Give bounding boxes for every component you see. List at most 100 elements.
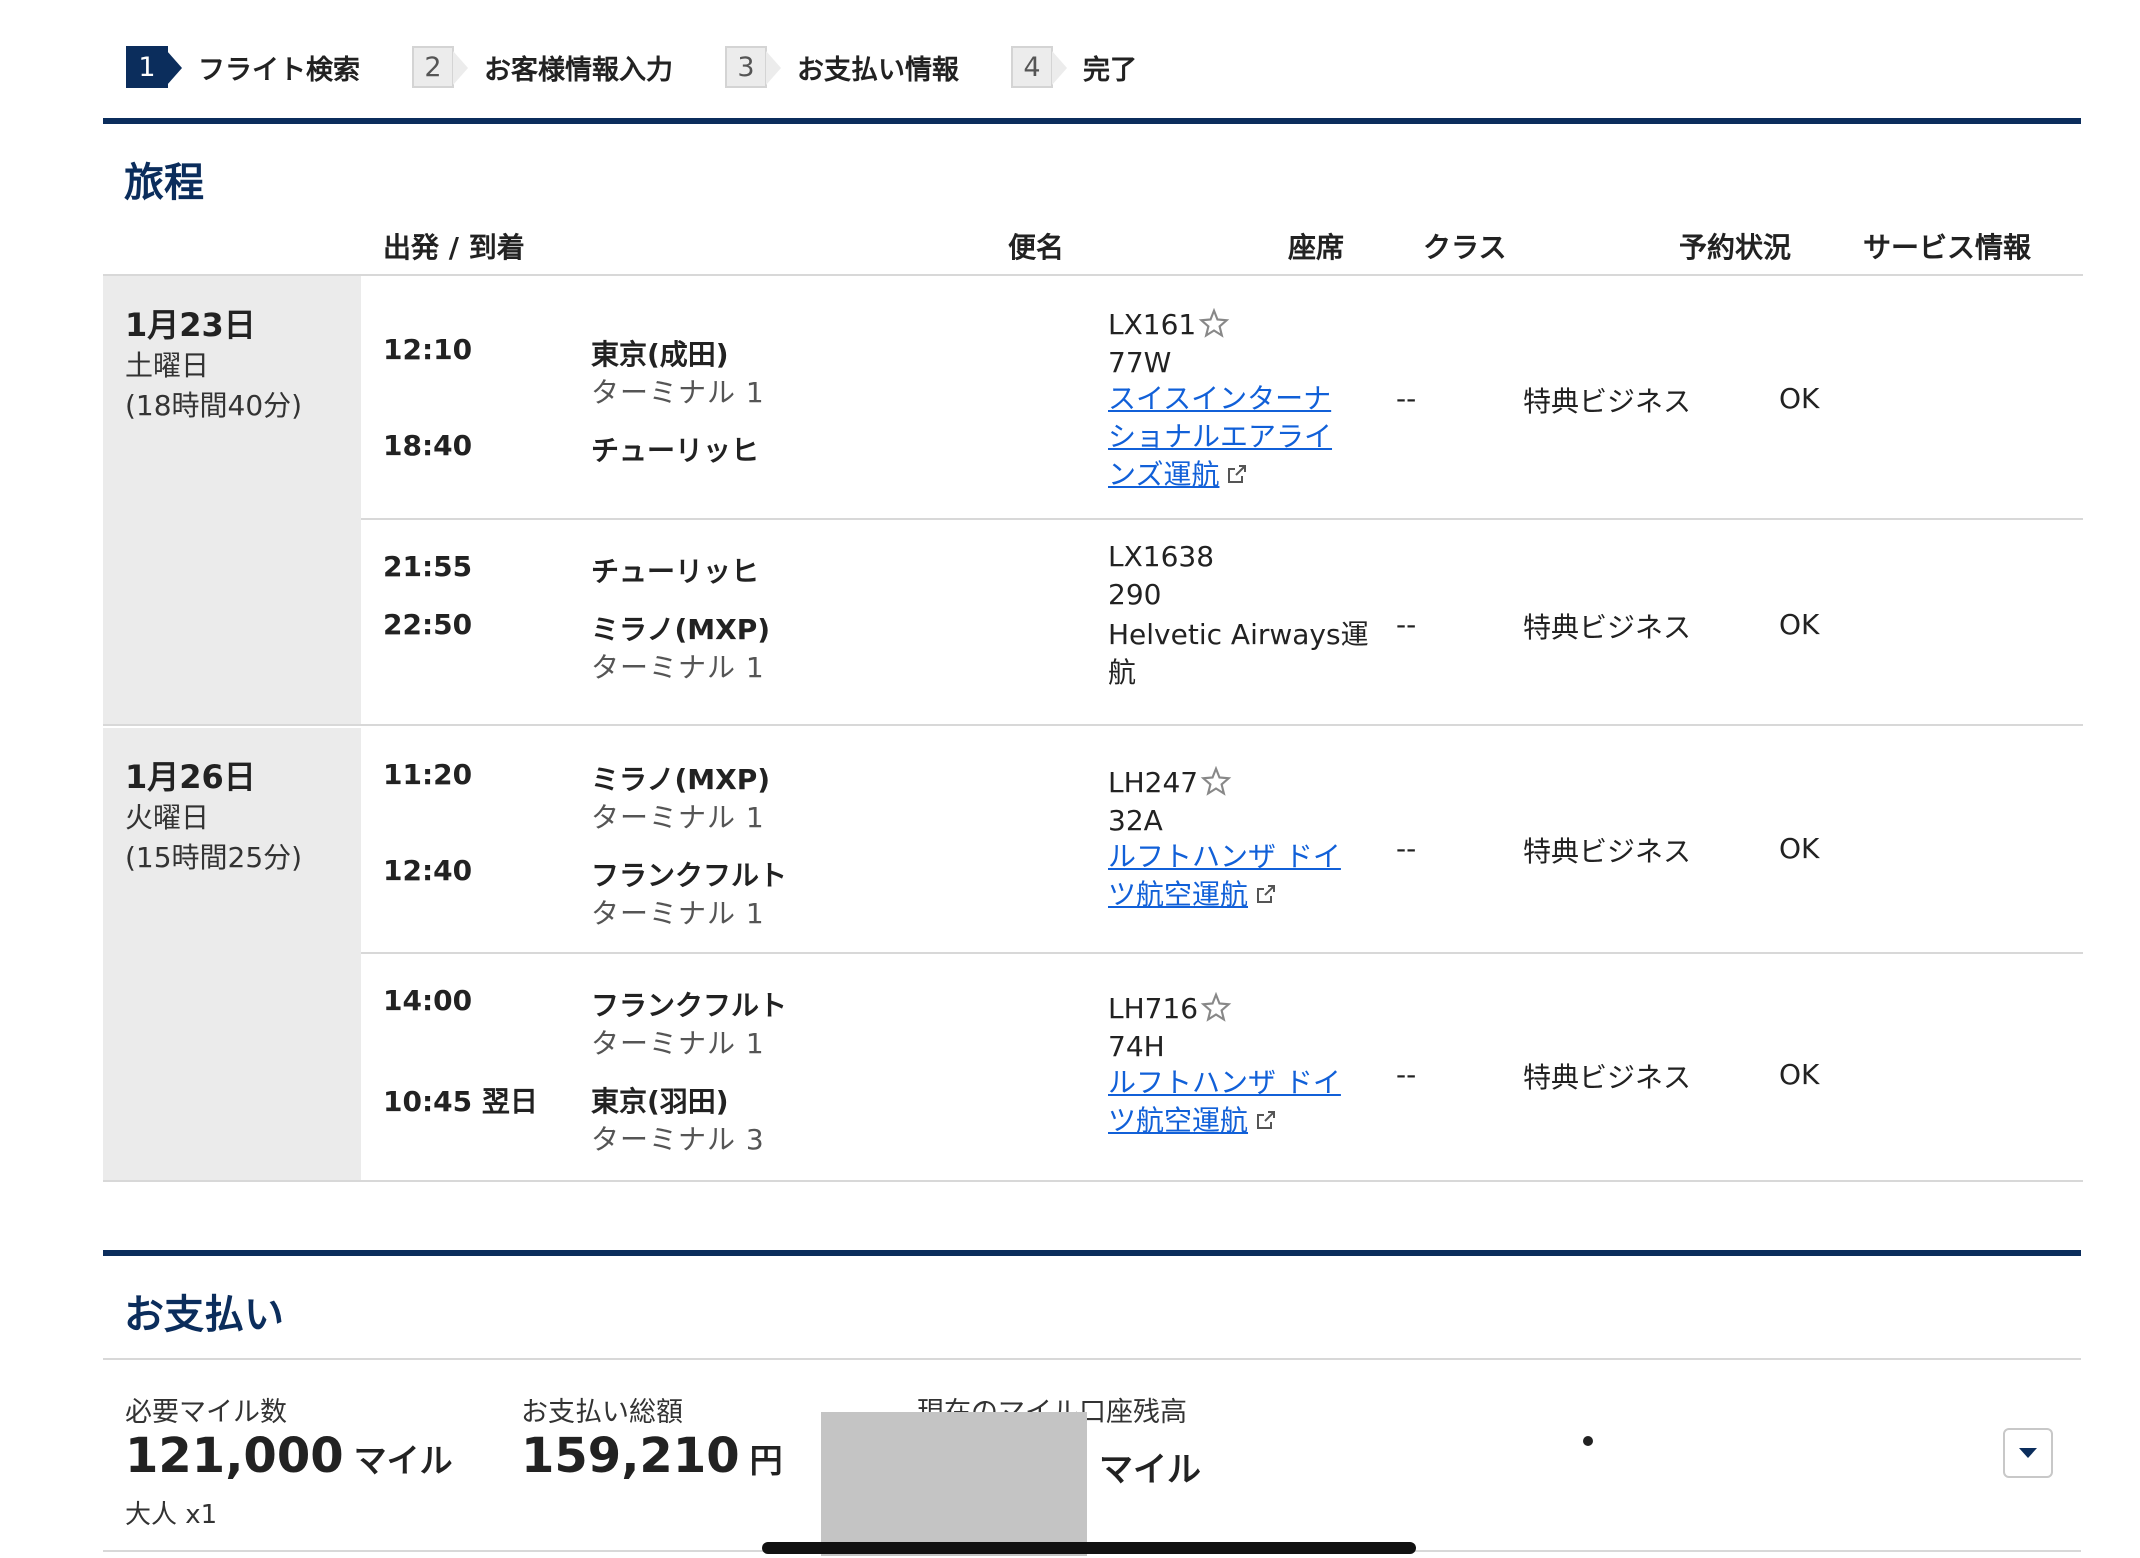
flight-segment: 14:00 フランクフルト ターミナル 1 10:45 翌日 東京(羽田) ター… [361,956,2083,1182]
progress-steps: 1 フライト検索 2 お客様情報入力 3 お支払い情報 4 完了 [126,44,1189,90]
arrival-city: 東京(羽田) [591,1085,729,1118]
operator-line[interactable]: ツ航空運航 [1108,878,1248,911]
currency-unit: 円 [749,1441,783,1480]
step-flight-search: 1 フライト検索 [126,46,360,88]
flight-segment: 12:10 東京(成田) ターミナル 1 18:40 チューリッヒ LX161 … [361,276,2083,520]
star-alliance-icon [1200,765,1232,805]
departure-city: フランクフルト [591,989,788,1022]
status-value: OK [1779,382,1820,415]
flight-number-text: LH247 [1108,766,1199,799]
header-dep-arr: 出発 / 到着 [383,231,525,264]
day-date: 1月23日 [125,306,256,344]
payment-summary: 必要マイル数 121,000 マイル 大人 x1 お支払い総額 159,210 円 … [103,1358,2081,1556]
arrival-terminal: ターミナル 3 [591,1123,765,1156]
arrival-city: チューリッヒ [591,434,760,467]
flight-number: LH247 [1108,765,1232,805]
status-value: OK [1779,832,1820,865]
departure-city: チューリッヒ [591,555,760,588]
operator-line[interactable]: ンズ運航 [1108,458,1219,491]
header-class: クラス [1423,231,1507,264]
day-info: 1月23日 土曜日 (18時間40分) [103,276,361,724]
departure-time: 12:10 [383,333,473,366]
flight-number: LX161 [1108,307,1230,347]
seat-value: -- [1396,608,1417,641]
day-of-week: 火曜日 [125,801,210,834]
flight-number: LH716 [1108,991,1232,1031]
flight-segment: 21:55 チューリッヒ 22:50 ミラノ(MXP) ターミナル 1 LX16… [361,522,2083,726]
redacted-balance [821,1412,1087,1556]
operator-link[interactable]: ルフトハンザ ドイ ツ航空運航 [1108,838,1341,914]
balance-unit: マイル [1099,1450,1201,1490]
class-value: 特典ビジネス [1523,385,1692,418]
itinerary-day: 1月26日 火曜日 (15時間25分) 11:20 ミラノ(MXP) ターミナル… [103,728,2083,1182]
step-customer-info: 2 お客様情報入力 [412,46,673,88]
section-divider [103,1250,2081,1256]
total-payment-label: お支払い総額 [521,1397,683,1428]
step-number: 4 [1011,46,1067,88]
status-value: OK [1779,1058,1820,1091]
aircraft-type: 32A [1108,804,1163,837]
star-alliance-icon [1200,991,1232,1031]
total-payment-value: 159,210 円 [521,1428,783,1484]
operator-line[interactable]: スイスインターナ [1108,380,1332,418]
itinerary-day: 1月23日 土曜日 (18時間40分) 12:10 東京(成田) ターミナル 1… [103,276,2083,726]
header-flight: 便名 [1008,231,1065,264]
arrival-terminal: ターミナル 1 [591,897,765,930]
operator-line: Helvetic Airways運 [1108,618,1369,651]
operator-line[interactable]: ルフトハンザ ドイ [1108,838,1341,876]
chevron-down-icon [2019,1448,2037,1458]
step-number: 2 [412,46,468,88]
status-value: OK [1779,608,1820,641]
operator-line[interactable]: ショナルエアライ [1108,418,1332,456]
aircraft-type: 290 [1108,578,1162,611]
step-label: お支払い情報 [797,54,959,86]
step-label: 完了 [1083,54,1137,86]
departure-terminal: ターミナル 1 [591,1027,765,1060]
operator-line[interactable]: ルフトハンザ ドイ [1108,1064,1341,1102]
departure-city: 東京(成田) [591,338,729,371]
step-label: お客様情報入力 [484,54,673,86]
operator-line[interactable]: ツ航空運航 [1108,1104,1248,1137]
expand-dropdown-button[interactable] [2003,1428,2053,1478]
operator-name: Helvetic Airways運 航 [1108,616,1369,692]
operator-line: 航 [1108,656,1137,689]
itinerary-title: 旅程 [124,160,204,206]
required-miles-value: 121,000 マイル [125,1428,453,1484]
class-value: 特典ビジネス [1523,835,1692,868]
departure-time: 14:00 [383,984,473,1017]
miles-amount: 121,000 [125,1428,344,1484]
seat-value: -- [1396,382,1417,415]
seat-value: -- [1396,1058,1417,1091]
external-link-icon [1225,460,1249,493]
arrival-time: 18:40 [383,429,473,462]
dot-marker [1583,1436,1593,1446]
step-complete: 4 完了 [1011,46,1137,88]
header-status: 予約状況 [1679,231,1792,264]
flight-number: LX1638 [1108,540,1215,573]
departure-time: 21:55 [383,550,473,583]
departure-city: ミラノ(MXP) [591,763,771,796]
home-indicator [762,1542,1416,1554]
arrival-time: 12:40 [383,854,473,887]
operator-link[interactable]: スイスインターナ ショナルエアライ ンズ運航 [1108,380,1332,494]
header-seat: 座席 [1288,231,1345,264]
operator-link[interactable]: ルフトハンザ ドイ ツ航空運航 [1108,1064,1341,1140]
class-value: 特典ビジネス [1523,1061,1692,1094]
aircraft-type: 77W [1108,346,1172,379]
flight-segment: 11:20 ミラノ(MXP) ターミナル 1 12:40 フランクフルト ターミ… [361,728,2083,954]
arrival-time: 22:50 [383,608,473,641]
external-link-icon [1254,880,1278,913]
miles-unit: マイル [353,1441,453,1480]
day-duration: (15時間25分) [125,841,303,874]
day-of-week: 土曜日 [125,349,210,382]
section-divider [103,118,2081,124]
aircraft-type: 74H [1108,1030,1165,1063]
itinerary-table-header: 出発 / 到着 便名 座席 クラス 予約状況 サービス情報 [103,218,2083,276]
class-value: 特典ビジネス [1523,611,1692,644]
flight-number-text: LX161 [1108,308,1197,341]
step-number: 1 [126,46,182,88]
total-amount: 159,210 [521,1428,740,1484]
arrival-terminal: ターミナル 1 [591,651,765,684]
step-label: フライト検索 [198,54,360,86]
step-payment-info: 3 お支払い情報 [725,46,959,88]
